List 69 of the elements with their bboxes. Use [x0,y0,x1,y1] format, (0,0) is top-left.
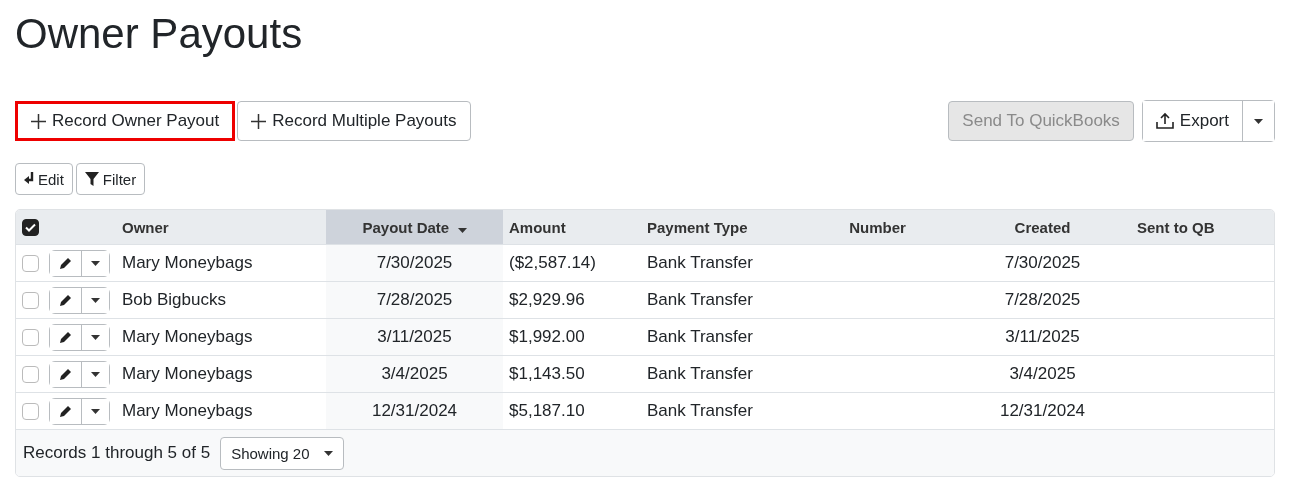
dropdown-button[interactable] [81,250,109,276]
table-cell: 7/28/2025 [1004,290,1081,309]
records-count: Records 1 through 5 of 5 [23,443,211,463]
table-cell: 7/30/2025 [1004,253,1081,272]
table-cell: 3/4/2025 [381,364,448,383]
caret-icon [91,260,100,266]
table-cell: 7/28/2025 [376,290,453,309]
dropdown-button[interactable] [81,287,109,313]
row-checkbox[interactable] [22,254,39,272]
row-checkbox[interactable] [22,328,39,346]
table-cell: Bank Transfer [647,290,753,309]
table-cell: Mary Moneybags [122,364,253,383]
hook-arrow-icon [24,171,34,187]
column-header[interactable]: Amount [503,210,641,245]
table-cell: 3/11/2025 [1005,327,1080,346]
caret-icon [323,450,333,456]
record-button[interactable]: Record Owner Payout [15,101,236,141]
caret-icon [91,334,100,340]
caret-icon [91,408,100,414]
pencil-icon [59,367,72,381]
pencil-icon [59,330,72,344]
table-cell: ($2,587.14) [509,253,596,272]
caret-icon [91,297,100,303]
record-button[interactable]: Record Multiple Payouts [237,101,471,141]
column-header[interactable]: Number [801,210,954,245]
table-cell: 3/11/2025 [377,327,452,346]
table-cell: Bank Transfer [647,253,753,272]
table-cell: $2,929.96 [509,290,585,309]
check-icon [25,223,36,233]
caret-icon [1254,118,1263,124]
table-cell: Mary Moneybags [122,253,253,272]
pencil-icon [59,256,72,270]
table-cell: Mary Moneybags [122,327,253,346]
sort-caret-icon [457,227,467,233]
table-cell: 12/31/2024 [999,401,1086,420]
pencil-icon [59,293,72,307]
toolbar-button[interactable]: Edit [15,163,73,195]
dropdown-button[interactable] [81,398,109,424]
pencil-icon [59,404,72,418]
table-cell: Bank Transfer [647,327,753,346]
table-cell: Bob Bigbucks [122,290,226,309]
dropdown-button[interactable] [81,324,109,350]
upload-tray-icon [1155,112,1174,130]
column-header[interactable]: Owner [116,210,326,245]
column-header[interactable]: Sent to QB [1131,210,1274,245]
table-cell: Bank Transfer [647,364,753,383]
row-checkbox[interactable] [22,365,39,383]
column-header[interactable]: Payment Type [641,210,801,245]
dropdown-button[interactable] [81,361,109,387]
page-title: Owner Payouts [15,9,304,59]
toolbar-button[interactable]: Filter [75,163,146,195]
select-all-checkbox[interactable] [22,219,39,237]
table-cell: Bank Transfer [647,401,753,420]
table-cell: 7/30/2025 [376,253,453,272]
row-checkbox[interactable] [22,291,39,309]
table-cell: Mary Moneybags [122,401,253,420]
table-cell: $5,187.10 [509,401,585,420]
page-size-dropdown[interactable]: Showing 20 [220,436,344,470]
caret-icon [91,371,100,377]
row-checkbox[interactable] [22,402,39,420]
plus-icon [31,113,46,129]
column-header[interactable]: Created [954,210,1131,245]
table-cell: 12/31/2024 [371,401,458,420]
table-cell: 3/4/2025 [1009,364,1076,383]
table-cell: $1,992.00 [509,327,585,346]
column-header[interactable]: Payout Date [326,210,503,245]
filter-icon [84,172,99,186]
plus-icon [251,113,267,129]
table-cell: $1,143.50 [509,364,585,383]
